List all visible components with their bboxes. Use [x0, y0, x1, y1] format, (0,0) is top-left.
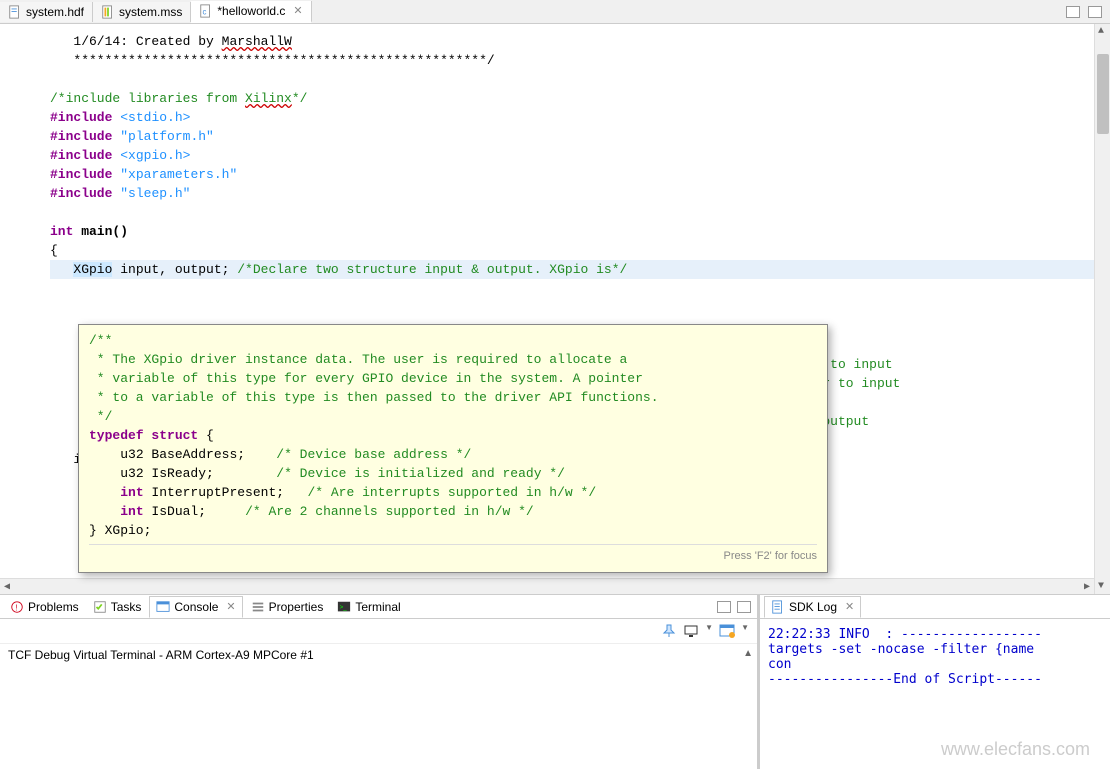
code-line: #include <xgpio.h>: [50, 148, 190, 163]
mss-file-icon: [101, 5, 115, 19]
problems-icon: !: [10, 600, 24, 614]
tab-system-hdf[interactable]: system.hdf: [0, 2, 93, 22]
code-line: /*include libraries from Xilinx*/: [50, 91, 307, 106]
pin-icon[interactable]: [661, 623, 677, 639]
console-tab-bar: ! Problems Tasks Console ✕ Properties >_…: [0, 595, 757, 619]
sdk-tab-bar: SDK Log ✕: [760, 595, 1110, 619]
console-toolbar: ▼ ▼: [0, 619, 757, 644]
minimize-button[interactable]: [1066, 6, 1080, 18]
scroll-up-icon[interactable]: ▲: [743, 648, 753, 659]
console-input[interactable]: [8, 662, 749, 677]
panel-maximize-button[interactable]: [737, 601, 751, 613]
tab-label: Tasks: [111, 600, 142, 614]
tab-properties[interactable]: Properties: [245, 597, 330, 617]
log-icon: [771, 600, 785, 614]
scroll-down-icon[interactable]: ▼: [1098, 581, 1104, 592]
scroll-left-icon[interactable]: ◀: [4, 581, 10, 593]
code-line: #include "sleep.h": [50, 186, 190, 201]
hover-tooltip: /** * The XGpio driver instance data. Th…: [78, 324, 828, 573]
tab-label: *helloworld.c: [217, 4, 285, 18]
dropdown-icon[interactable]: ▼: [705, 623, 713, 639]
panel-minimize-button[interactable]: [717, 601, 731, 613]
editor-tab-bar: system.hdf system.mss c *helloworld.c ✕: [0, 0, 1110, 24]
horizontal-scrollbar[interactable]: ◀ ▶: [0, 578, 1094, 594]
tab-label: Terminal: [355, 600, 400, 614]
tab-console[interactable]: Console ✕: [149, 596, 242, 618]
tooltip-footer: Press 'F2' for focus: [89, 544, 817, 566]
tab-label: SDK Log: [789, 600, 837, 614]
close-icon[interactable]: ✕: [845, 600, 854, 613]
tab-helloworld-c[interactable]: c *helloworld.c ✕: [191, 1, 311, 23]
tab-system-mss[interactable]: system.mss: [93, 2, 191, 22]
tab-problems[interactable]: ! Problems: [4, 597, 85, 617]
tab-label: system.hdf: [26, 5, 84, 19]
console-title: TCF Debug Virtual Terminal - ARM Cortex-…: [8, 648, 749, 662]
tab-tasks[interactable]: Tasks: [87, 597, 148, 617]
tab-sdk-log[interactable]: SDK Log ✕: [764, 596, 861, 618]
maximize-button[interactable]: [1088, 6, 1102, 18]
bottom-panels: ! Problems Tasks Console ✕ Properties >_…: [0, 594, 1110, 769]
scroll-up-icon[interactable]: ▲: [1098, 26, 1104, 37]
hdf-file-icon: [8, 5, 22, 19]
terminal-icon: >_: [337, 600, 351, 614]
svg-text:>_: >_: [340, 603, 348, 610]
console-panel: ! Problems Tasks Console ✕ Properties >_…: [0, 595, 760, 769]
code-line: 1/6/14: Created by MarshallW: [50, 34, 292, 49]
window-controls: [1066, 6, 1110, 18]
sdk-log-panel: SDK Log ✕ 22:22:33 INFO : --------------…: [760, 595, 1110, 769]
code-line: {: [50, 243, 58, 258]
tab-label: system.mss: [119, 5, 182, 19]
code-line-highlighted: XGpio input, output; /*Declare two struc…: [50, 260, 1110, 279]
code-line: #include <stdio.h>: [50, 110, 190, 125]
vertical-scrollbar[interactable]: ▲ ▼: [1094, 24, 1110, 594]
editor-area: − 1/6/14: Created by MarshallW *********…: [0, 24, 1110, 594]
code-line: int main(): [50, 224, 128, 239]
code-line: #include "platform.h": [50, 129, 214, 144]
display-icon[interactable]: [683, 623, 699, 639]
console-body: TCF Debug Virtual Terminal - ARM Cortex-…: [0, 644, 757, 769]
properties-icon: [251, 600, 265, 614]
code-line: #include "xparameters.h": [50, 167, 237, 182]
scroll-right-icon[interactable]: ▶: [1084, 581, 1090, 593]
tab-label: Problems: [28, 600, 79, 614]
scrollbar-thumb[interactable]: [1097, 54, 1109, 134]
code-line: ****************************************…: [50, 53, 495, 68]
tab-label: Properties: [269, 600, 324, 614]
tab-label: Console: [174, 600, 218, 614]
tab-terminal[interactable]: >_ Terminal: [331, 597, 406, 617]
close-icon[interactable]: ✕: [226, 600, 235, 613]
tasks-icon: [93, 600, 107, 614]
close-icon[interactable]: ✕: [293, 4, 302, 17]
svg-text:!: !: [15, 603, 17, 612]
svg-text:c: c: [203, 7, 207, 16]
dropdown-icon[interactable]: ▼: [741, 623, 749, 639]
console-icon: [156, 600, 170, 614]
open-console-icon[interactable]: [719, 623, 735, 639]
sdk-log-body[interactable]: 22:22:33 INFO : ------------------ targe…: [760, 619, 1110, 769]
c-file-icon: c: [199, 4, 213, 18]
